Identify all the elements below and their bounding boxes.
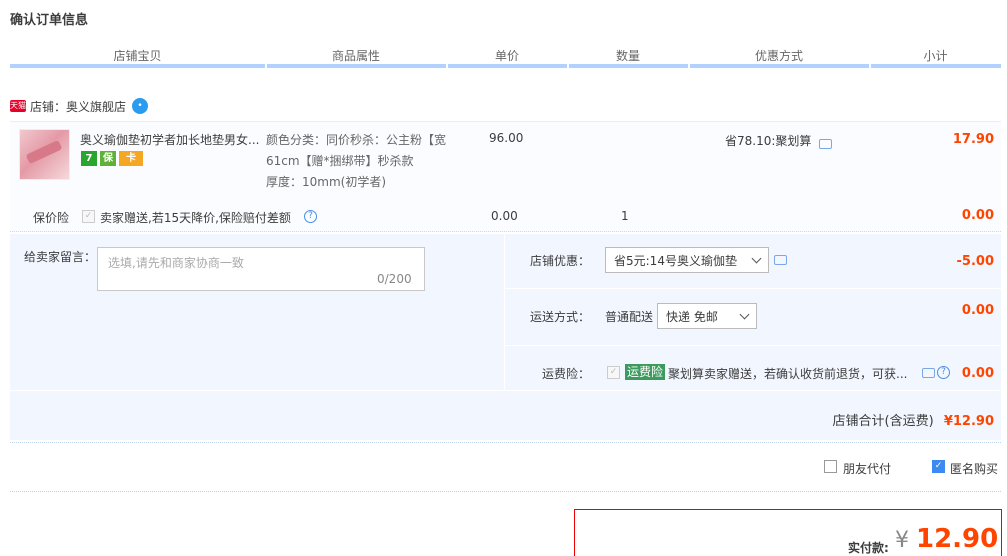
insurance-checkbox: ✓ [82,210,95,223]
discount-text: 省78.10:聚划算 [725,134,812,148]
friend-pay-checkbox[interactable] [824,460,837,473]
credit-card-icon: 卡 [119,151,143,166]
col-header-unit-price: 单价 [494,49,519,63]
insurance-label: 保价险 [33,211,70,225]
seven-day-return-icon: 7 [81,151,97,166]
shop-discount-amount: -5.00 [956,254,994,269]
shop-total: 店铺合计(含运费) ¥12.90 [700,410,994,429]
memo-label: 给卖家留言： [24,250,97,264]
attr-color-cont: 61cm【赠*捆绑带】秒杀款 [266,154,414,168]
guarantee-icon: 保 [100,151,116,166]
total-divider [10,442,1001,443]
shipping-label: 运送方式： [530,310,591,324]
freight-insurance-text: 聚划算卖家赠送，若确认收货前退货，可获... [668,367,908,381]
shop-discount-info-icon[interactable] [774,255,787,265]
tmall-icon: 天猫 [10,100,26,112]
freight-insurance-checkbox: ✓ [607,366,620,379]
freight-insurance-label: 运费险： [542,367,591,381]
memo-textarea[interactable]: 选填,请先和商家协商一致 [97,247,425,291]
shop-row: 天猫 店铺：奥义旗舰店 • [10,96,149,116]
shop-total-amount: ¥12.90 [943,414,994,429]
memo-char-counter: 0/200 [377,272,412,286]
anonymous-checkbox[interactable]: ✓ [932,460,945,473]
insurance-quantity: 1 [621,209,629,223]
header-separator [869,64,871,68]
unit-price: 96.00 [489,131,524,145]
freight-insurance-tag: 运费险 [625,364,666,380]
shipping-select[interactable]: 快递 免邮 [657,303,757,329]
col-header-shop-item: 店铺宝贝 [113,49,162,63]
shop-name-link[interactable]: 店铺：奥义旗舰店 [30,98,126,115]
insurance-subtotal: 0.00 [961,208,994,223]
shop-discount-select[interactable]: 省5元:14号奥义瑜伽垫 [605,247,769,273]
freight-insurance-amount: 0.00 [961,366,994,381]
shipping-value: 快递 免邮 [666,309,718,324]
col-header-attributes: 商品属性 [331,49,380,63]
shop-discount-value: 省5元:14号奥义瑜伽垫 [614,253,737,268]
insurance-price: 0.00 [491,209,518,223]
header-separator [446,64,448,68]
payment-amount: 12.90 [916,524,999,554]
row-divider [505,345,1001,346]
insurance-help-icon[interactable]: ? [304,210,317,223]
header-separator [688,64,690,68]
product-name-link[interactable]: 奥义瑜伽垫初学者加长地垫男女... [80,131,262,148]
attr-thickness: 厚度：10mm(初学者) [266,175,387,189]
attr-color: 颜色分类：同价秒杀：公主粉【宽 [266,133,447,147]
options-divider [504,234,505,390]
chevron-down-icon [739,309,750,319]
row-divider [505,288,1001,289]
header-separator [567,64,569,68]
col-header-quantity: 数量 [615,49,640,63]
friend-pay-label[interactable]: 朋友代付 [843,460,891,477]
payment-label: 实付款: [848,541,889,555]
page-title: 确认订单信息 [10,13,89,28]
discount-info-icon[interactable] [819,139,832,149]
payment-currency: ¥ [895,528,909,553]
insurance-text: 卖家赠送,若15天降价,保险赔付差额 [100,211,291,225]
item-subtotal: 17.90 [952,132,994,147]
wangwang-chat-icon[interactable]: • [132,98,149,114]
shop-total-label: 店铺合计(含运费) [832,414,934,429]
shop-discount-label: 店铺优惠： [530,254,591,268]
header-separator [265,64,267,68]
shipping-method: 普通配送 [605,310,654,324]
col-header-subtotal: 小计 [923,49,948,63]
header-underline [10,64,1001,68]
anonymous-label[interactable]: 匿名购买 [950,460,1001,477]
col-header-discount: 优惠方式 [754,49,803,63]
row-divider [10,390,1001,391]
chevron-down-icon [751,253,762,263]
bottom-divider [10,491,1001,492]
shipping-amount: 0.00 [961,303,994,318]
